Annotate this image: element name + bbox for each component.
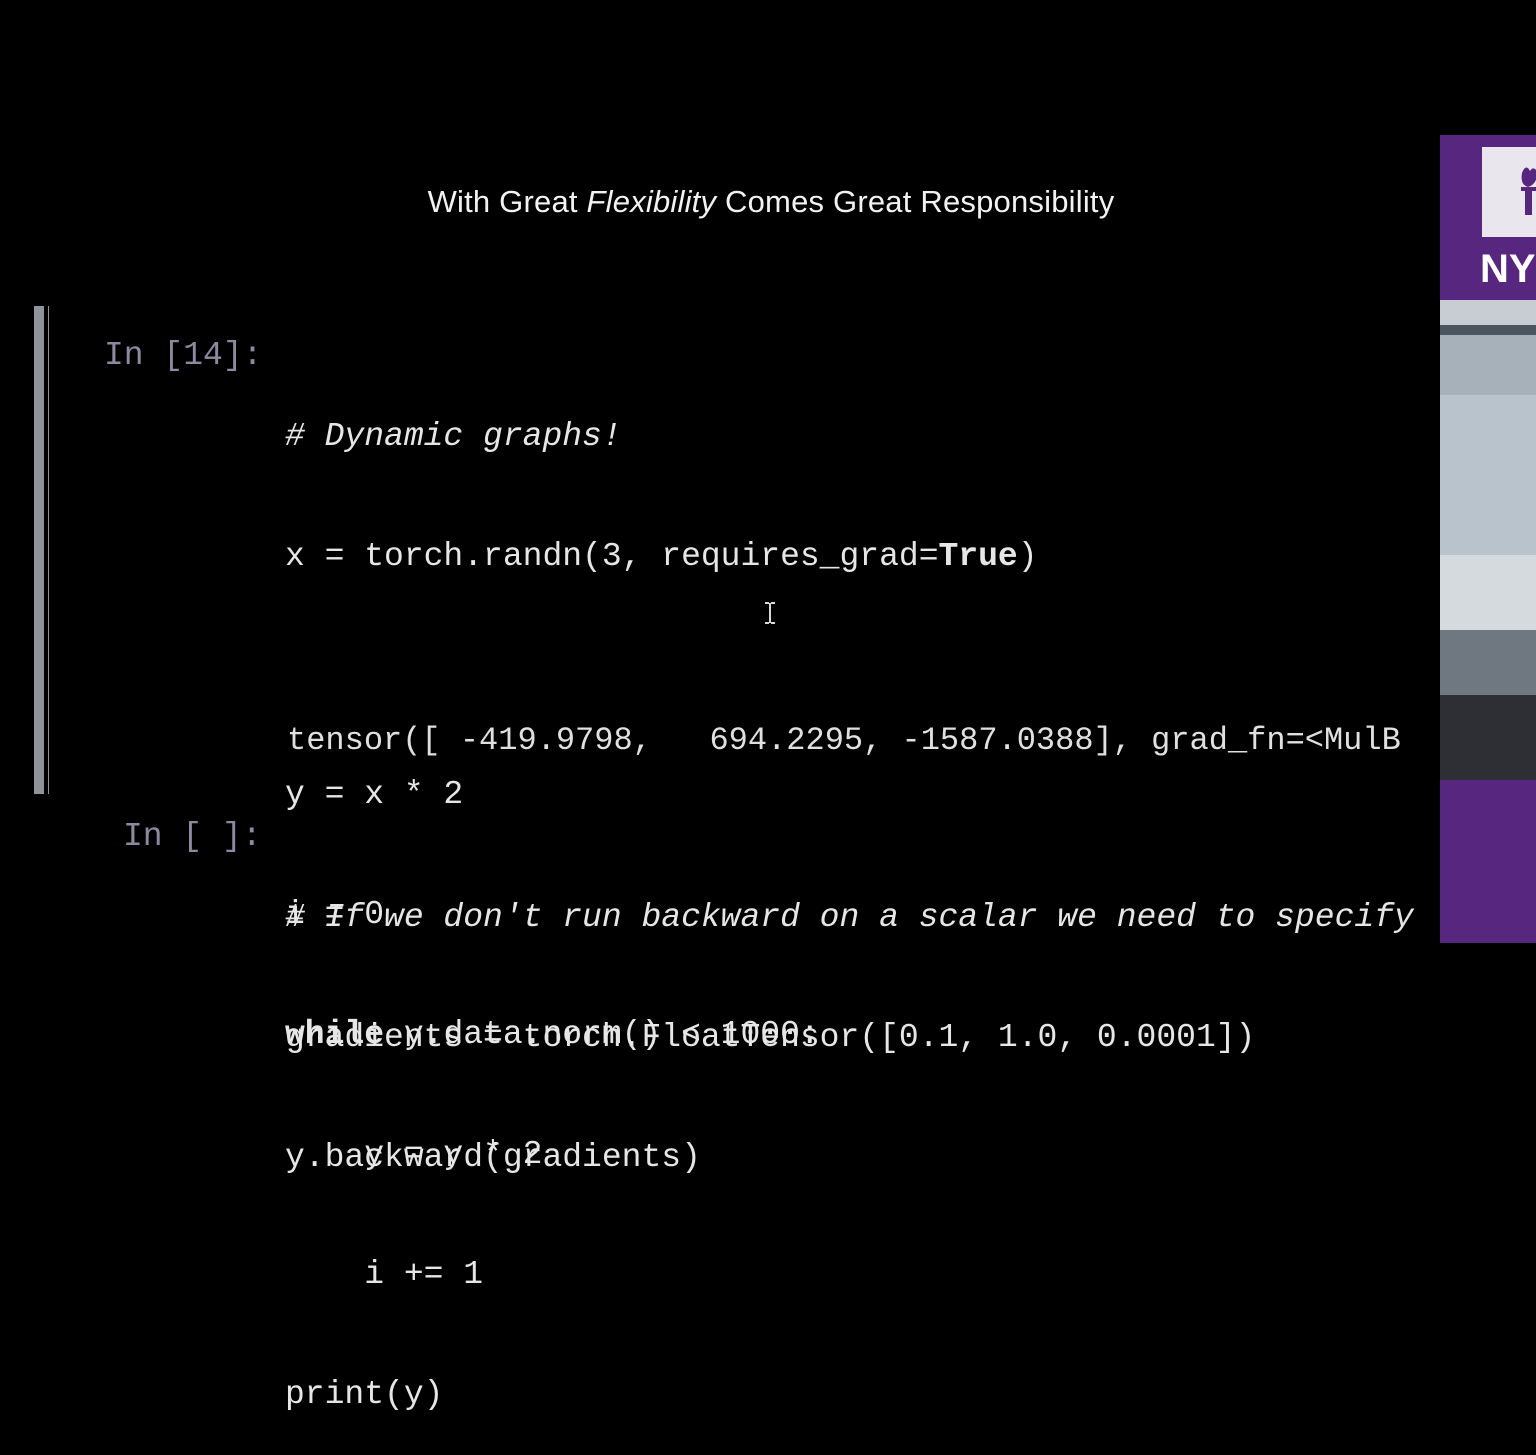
cell-bar-divider	[44, 306, 48, 794]
logo-text: NY	[1480, 247, 1536, 291]
code-line: y = x * 2	[285, 776, 464, 813]
cell-1-prompt: In [14]:	[104, 337, 263, 374]
code-line: y.backward(gradients)	[285, 1139, 701, 1176]
slide-title: With Great Flexibility Comes Great Respo…	[0, 184, 1536, 220]
code-line: x = torch.randn(3, requires_grad=True)	[285, 538, 1038, 575]
title-part-1: With Great	[427, 184, 587, 219]
banner-bottom	[1440, 780, 1536, 943]
presenter-video	[1440, 300, 1536, 780]
presenter-video-panel: NY	[1440, 135, 1536, 943]
code-line: gradients = torch.FloatTensor([0.1, 1.0,…	[285, 1019, 1256, 1056]
torch-logo-icon	[1521, 167, 1536, 215]
code-line: i += 1	[285, 1256, 484, 1293]
logo-banner: NY	[1440, 135, 1536, 300]
cell-1-output: tensor([ -419.9798, 694.2295, -1587.0388…	[287, 722, 1401, 759]
text-cursor-icon	[765, 602, 775, 624]
code-line: # If we don't run backward on a scalar w…	[285, 899, 1414, 936]
code-line: # Dynamic graphs!	[285, 418, 622, 455]
title-emphasis: Flexibility	[586, 184, 717, 219]
cell-2-prompt: In [ ]:	[123, 818, 262, 855]
cell-2-input[interactable]: # If we don't run backward on a scalar w…	[285, 818, 1414, 1218]
title-part-2: Comes Great Responsibility	[716, 184, 1115, 219]
code-line: print(y)	[285, 1376, 444, 1413]
